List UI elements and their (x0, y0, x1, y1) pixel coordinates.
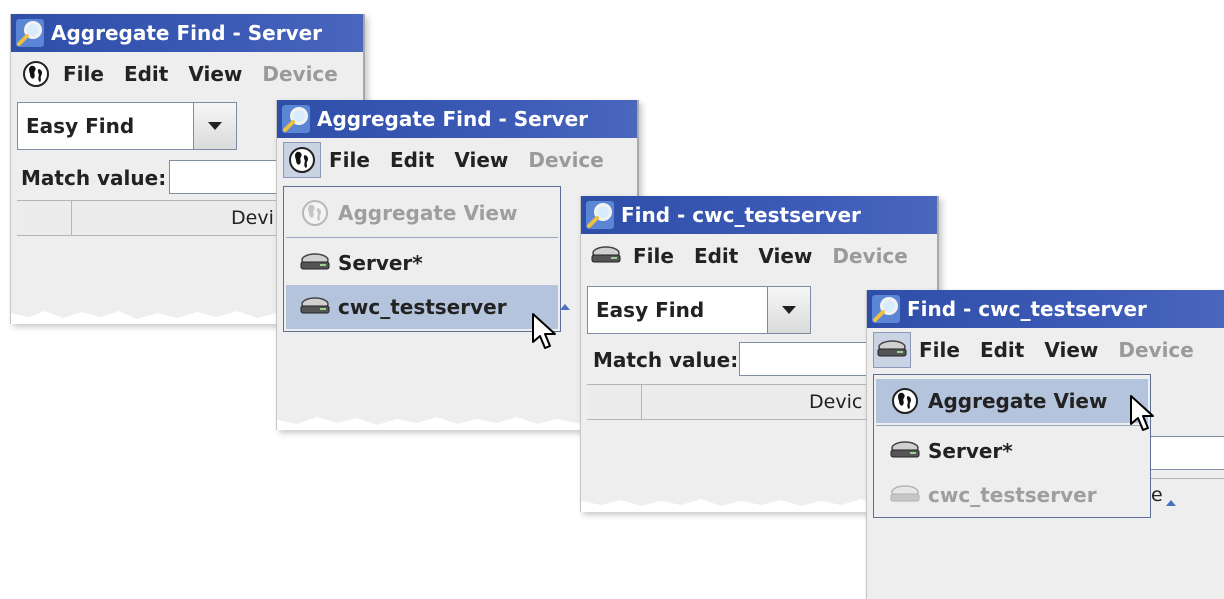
view-selector-button[interactable] (283, 142, 321, 178)
menu-item-server[interactable]: Server* (286, 241, 558, 285)
globe-icon (22, 60, 50, 88)
menu-item-aggregate-view[interactable]: Aggregate View (286, 191, 558, 235)
menu-separator (286, 237, 558, 238)
menu-file[interactable]: File (919, 338, 960, 362)
magnifier-icon (585, 200, 615, 230)
find-mode-value: Easy Find (26, 114, 135, 138)
window-title: Aggregate Find - Server (317, 107, 589, 131)
window-title: Find - cwc_testserver (907, 297, 1147, 321)
menu-item-label: cwc_testserver (338, 295, 507, 319)
menu-item-cwc-testserver[interactable]: cwc_testserver (876, 473, 1148, 517)
find-mode-dropdown[interactable]: Easy Find (17, 102, 237, 150)
window-title: Find - cwc_testserver (621, 203, 861, 227)
dropdown-arrow-button[interactable] (767, 287, 810, 333)
view-selector-button[interactable] (17, 56, 55, 92)
menu-bar: File Edit View Device (11, 52, 363, 96)
title-bar: Aggregate Find - Server (11, 14, 363, 52)
table-header-line (1147, 478, 1224, 479)
dropdown-arrow-button[interactable] (193, 103, 236, 149)
menu-item-label: Server* (928, 439, 1013, 463)
match-value-label: Match value: (21, 166, 167, 190)
server-icon (888, 439, 922, 463)
view-dropdown-menu: Aggregate View Server* cwc_testserver (873, 374, 1151, 518)
menu-file[interactable]: File (329, 148, 370, 172)
globe-icon (288, 146, 316, 174)
menu-view[interactable]: View (1044, 338, 1098, 362)
menu-file[interactable]: File (633, 244, 674, 268)
sort-arrow-icon (1165, 492, 1177, 506)
menu-separator (876, 425, 1148, 426)
server-icon (298, 251, 332, 275)
server-icon (589, 244, 623, 268)
find-mode-value: Easy Find (596, 298, 705, 322)
magnifier-icon (871, 294, 901, 324)
menu-device[interactable]: Device (1118, 338, 1193, 362)
mouse-cursor-icon (1129, 394, 1157, 432)
menu-bar: File Edit View Device (581, 234, 937, 278)
menu-device[interactable]: Device (528, 148, 603, 172)
chevron-down-icon (781, 305, 797, 315)
menu-device[interactable]: Device (262, 62, 337, 86)
menu-bar: File Edit View Device (277, 138, 637, 182)
chevron-down-icon (207, 121, 223, 131)
server-icon (298, 295, 332, 319)
menu-item-label: Server* (338, 251, 423, 275)
window-panel-4: Find - cwc_testserver File Edit View Dev… (866, 290, 1224, 599)
menu-item-cwc-testserver[interactable]: cwc_testserver (286, 285, 558, 329)
menu-edit[interactable]: Edit (124, 62, 168, 86)
menu-item-label: Aggregate View (338, 201, 518, 225)
title-bar: Find - cwc_testserver (867, 290, 1224, 328)
menu-edit[interactable]: Edit (390, 148, 434, 172)
server-icon (875, 338, 909, 362)
menu-item-label: Aggregate View (928, 389, 1108, 413)
menu-device[interactable]: Device (832, 244, 907, 268)
match-value-input[interactable] (1147, 436, 1224, 470)
window-title: Aggregate Find - Server (51, 21, 323, 45)
globe-icon (301, 199, 329, 227)
title-bar: Find - cwc_testserver (581, 196, 937, 234)
view-selector-button[interactable] (587, 238, 625, 274)
globe-icon (891, 387, 919, 415)
magnifier-icon (281, 104, 311, 134)
menu-view[interactable]: View (188, 62, 242, 86)
menu-view[interactable]: View (454, 148, 508, 172)
server-icon (888, 483, 922, 507)
table-column-header[interactable]: Devic (809, 391, 862, 413)
menu-item-aggregate-view[interactable]: Aggregate View (876, 379, 1148, 423)
table-column-header[interactable] (17, 201, 72, 235)
mouse-cursor-icon (531, 312, 559, 350)
find-mode-dropdown[interactable]: Easy Find (587, 286, 811, 334)
match-value-label: Match value: (593, 348, 739, 372)
menu-view[interactable]: View (758, 244, 812, 268)
title-bar: Aggregate Find - Server (277, 100, 637, 138)
menu-edit[interactable]: Edit (694, 244, 738, 268)
menu-edit[interactable]: Edit (980, 338, 1024, 362)
view-selector-button[interactable] (873, 332, 911, 368)
menu-item-server[interactable]: Server* (876, 429, 1148, 473)
menu-file[interactable]: File (63, 62, 104, 86)
menu-bar: File Edit View Device (867, 328, 1224, 372)
table-column-header[interactable] (587, 385, 642, 419)
table-column-header[interactable]: Devi (231, 207, 274, 229)
menu-item-label: cwc_testserver (928, 483, 1097, 507)
magnifier-icon (15, 18, 45, 48)
table-column-header[interactable]: e (1151, 484, 1163, 506)
view-dropdown-menu: Aggregate View Server* cwc_testserver (283, 186, 561, 332)
